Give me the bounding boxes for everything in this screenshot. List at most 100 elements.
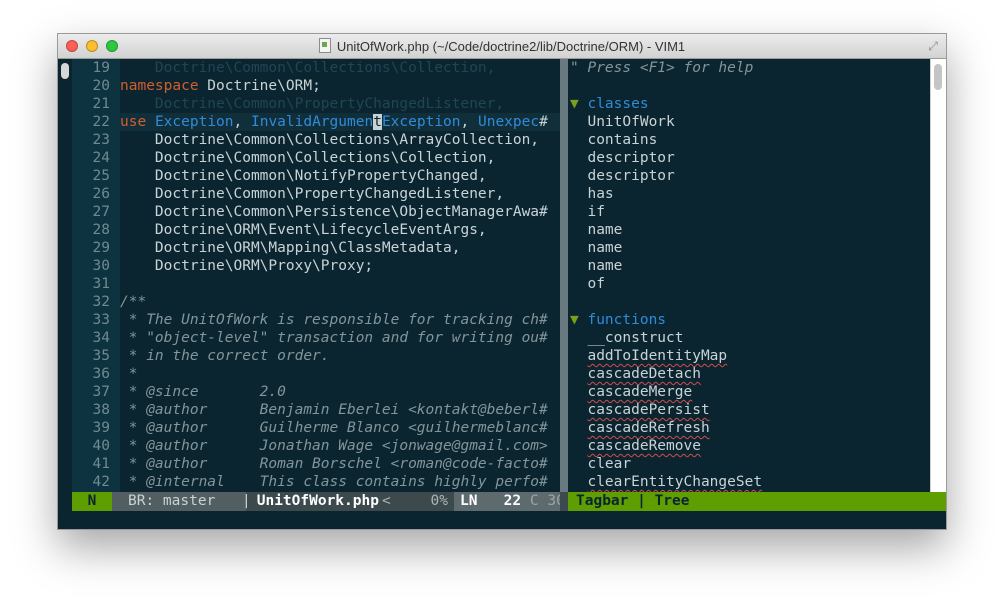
tag-name: UnitOfWork — [587, 114, 675, 130]
tag-name: clearEntityChangeSet — [587, 474, 763, 490]
code-line[interactable]: * "object-level" transaction and for wri… — [120, 329, 548, 347]
tag-name: has — [587, 186, 614, 202]
code-text: Doctrine\ORM\Mapping\ClassMetadata, — [120, 240, 461, 256]
tag-name: of — [587, 276, 605, 292]
code-line[interactable]: namespace Doctrine\ORM; — [120, 77, 321, 95]
tag-name: __construct — [587, 330, 684, 346]
tag-item[interactable]: clear — [570, 455, 631, 473]
tag-item[interactable]: cascadeMerge — [570, 383, 692, 401]
code-line[interactable]: * in the correct order. — [120, 347, 330, 365]
tag-item[interactable]: name — [570, 221, 622, 239]
code-text: Doctrine\Common\NotifyPropertyChanged, — [120, 168, 487, 184]
code-line[interactable]: Doctrine\ORM\Proxy\Proxy; — [120, 257, 373, 275]
tag-item[interactable]: of — [570, 275, 605, 293]
status-gap — [560, 492, 568, 511]
class-name: Exception — [381, 114, 461, 130]
tag-item[interactable]: cascadePersist — [570, 401, 709, 419]
class-name: Unexpec — [477, 114, 540, 130]
line-number-38: 38 — [92, 402, 110, 418]
code-line[interactable]: * @author Roman Borschel <roman@code-fac… — [120, 455, 548, 473]
right-scroll-thumb[interactable] — [934, 64, 942, 90]
tag-item[interactable]: clearEntityChangeSet — [570, 473, 762, 491]
vertical-split[interactable] — [560, 59, 568, 492]
tag-item[interactable]: __construct — [570, 329, 684, 347]
tag-item[interactable]: cascadeRefresh — [570, 419, 709, 437]
code-line[interactable]: Doctrine\Common\NotifyPropertyChanged, — [120, 167, 487, 185]
tag-name: name — [587, 240, 623, 256]
code-pane[interactable]: Doctrine\Common\Collections\Collection, n… — [120, 59, 560, 492]
fullscreen-arrows-icon[interactable]: ⤢ — [926, 39, 940, 53]
code-line[interactable]: * @author Jonathan Wage <jonwage@gmail.c… — [120, 437, 548, 455]
code-line[interactable]: Doctrine\Common\Collections\Collection, — [120, 59, 495, 77]
tag-group-label: classes — [587, 96, 649, 112]
line-number-33: 33 — [92, 312, 110, 328]
left-scrollbar[interactable] — [58, 59, 72, 492]
code-text: Doctrine\Common\Collections\Collection, — [120, 150, 496, 166]
tag-group-classes[interactable]: ▼ classes — [570, 95, 649, 113]
line-number-37: 37 — [92, 384, 110, 400]
code-line[interactable]: Doctrine\Common\PropertyChangedListener, — [120, 95, 504, 113]
code-line[interactable]: use Exception, InvalidArgumentException,… — [120, 113, 548, 131]
right-scrollbar[interactable] — [930, 59, 946, 492]
tag-item[interactable]: name — [570, 257, 622, 275]
tag-item[interactable]: if — [570, 203, 604, 221]
tagbar-status: Tagbar | Tree — [568, 492, 946, 511]
tag-item[interactable]: cascadeRemove — [570, 437, 701, 455]
tag-item[interactable]: UnitOfWork — [570, 113, 675, 131]
code-line[interactable]: * @author Benjamin Eberlei <kontakt@bebe… — [120, 401, 548, 419]
tag-name: cascadeDetach — [587, 366, 701, 382]
line-number-23: 23 — [92, 132, 110, 148]
line-number-27: 27 — [92, 204, 110, 220]
code-line[interactable]: /** — [120, 293, 146, 311]
code-text: Doctrine\ORM; — [198, 78, 321, 94]
code-line[interactable]: Doctrine\Common\Collections\Collection, — [120, 149, 495, 167]
line-number-40: 40 — [92, 438, 110, 454]
code-line[interactable]: * @since 2.0 — [120, 383, 286, 401]
keyword: namespace — [120, 78, 199, 94]
code-line[interactable]: Doctrine\Common\Persistence\ObjectManage… — [120, 203, 548, 221]
tag-name: cascadeRemove — [587, 438, 701, 454]
code-line[interactable]: Doctrine\Common\PropertyChangedListener, — [120, 185, 504, 203]
code-text: * @author Roman Borschel <roman@code-fac… — [120, 456, 548, 472]
tag-item[interactable]: addToIdentityMap — [570, 347, 727, 365]
ln-label: LN — [460, 493, 478, 509]
class-name: InvalidArgumen — [250, 114, 374, 130]
tag-name: name — [587, 258, 623, 274]
tag-item[interactable]: descriptor — [570, 149, 674, 167]
tag-group-functions[interactable]: ▼ functions — [570, 311, 666, 329]
code-line[interactable]: * @author Guilherme Blanco <guilhermebla… — [120, 419, 548, 437]
code-line[interactable]: * — [120, 365, 138, 383]
tagbar-help[interactable]: " Press <F1> for help — [570, 59, 753, 77]
line-number-41: 41 — [92, 456, 110, 472]
tag-item[interactable]: has — [570, 185, 614, 203]
tag-item[interactable]: descriptor — [570, 167, 674, 185]
left-scroll-thumb[interactable] — [61, 63, 69, 79]
code-line[interactable]: Doctrine\Common\Collections\ArrayCollect… — [120, 131, 539, 149]
line-number: 22 — [503, 493, 522, 509]
title-bar: UnitOfWork.php (~/Code/doctrine2/lib/Doc… — [58, 34, 946, 59]
code-line[interactable]: Doctrine\ORM\Event\LifecycleEventArgs, — [120, 221, 487, 239]
line-number-36: 36 — [92, 366, 110, 382]
tagbar-pane[interactable]: " Press <F1> for help ▼ classes UnitOfWor… — [568, 59, 930, 492]
code-line[interactable]: * @internal This class contains highly p… — [120, 473, 548, 491]
code-text: * "object-level" transaction and for wri… — [120, 330, 548, 346]
tag-item[interactable]: cascadeDetach — [570, 365, 701, 383]
line-number-29: 29 — [92, 240, 110, 256]
line-number-28: 28 — [92, 222, 110, 238]
command-line[interactable] — [58, 511, 946, 529]
tag-item[interactable]: contains — [570, 131, 657, 149]
tag-name: contains — [587, 132, 658, 148]
tag-name: name — [587, 222, 623, 238]
tag-item[interactable]: name — [570, 239, 622, 257]
code-line[interactable]: * The UnitOfWork is responsible for trac… — [120, 311, 548, 329]
overflow-marker: # — [539, 114, 548, 130]
code-line[interactable]: Doctrine\ORM\Mapping\ClassMetadata, — [120, 239, 461, 257]
